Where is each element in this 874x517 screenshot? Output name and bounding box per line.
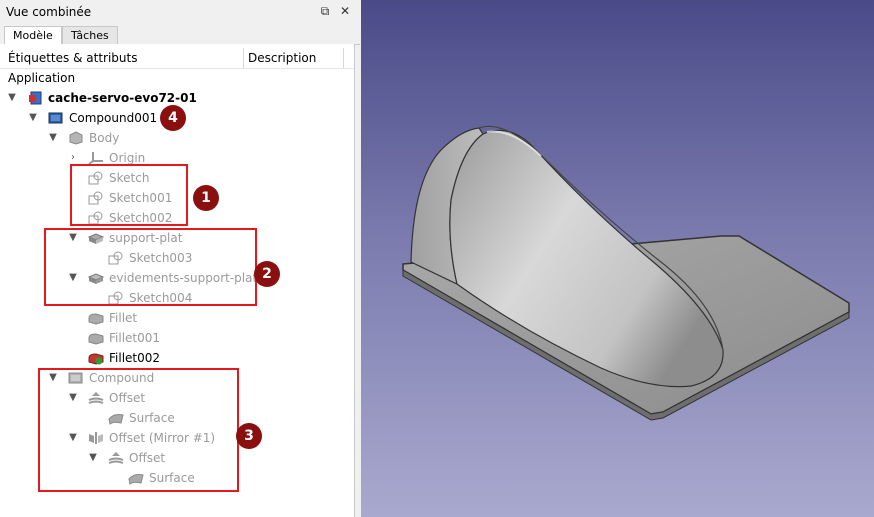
servo-cover-model — [402, 125, 850, 421]
origin-icon — [88, 151, 104, 165]
panel-title: Vue combinée — [6, 5, 92, 19]
badge-4: 4 — [160, 105, 186, 131]
tab-bar: Modèle Tâches — [0, 24, 360, 45]
chevron-down-icon[interactable]: ▼ — [47, 128, 59, 148]
panel-titlebar: Vue combinée ⧉ ✕ — [0, 0, 360, 24]
tab-model[interactable]: Modèle — [4, 26, 62, 45]
fillet-icon — [88, 311, 104, 325]
close-icon[interactable]: ✕ — [338, 4, 352, 18]
document-icon — [28, 91, 44, 105]
tree-item-fillet001[interactable]: Fillet001 — [0, 328, 354, 348]
body-icon — [68, 131, 84, 145]
fillet-tip-icon — [88, 351, 104, 365]
tab-tasks[interactable]: Tâches — [62, 26, 118, 44]
section-application: Application — [0, 68, 354, 88]
tree-item-body[interactable]: ▼ Body — [0, 128, 354, 148]
highlight-box-3 — [38, 368, 239, 492]
chevron-down-icon[interactable]: ▼ — [6, 88, 18, 108]
badge-1: 1 — [193, 185, 219, 211]
fillet-icon — [88, 331, 104, 345]
tree-header: Étiquettes & attributs Description — [0, 48, 354, 69]
header-labels[interactable]: Étiquettes & attributs — [8, 51, 137, 65]
tree-item-fillet[interactable]: Fillet — [0, 308, 354, 328]
section-label: Application — [8, 71, 76, 85]
undock-icon[interactable]: ⧉ — [318, 4, 332, 18]
highlight-box-1 — [70, 164, 188, 226]
tree-item-fillet002[interactable]: Fillet002 — [0, 348, 354, 368]
combo-view-panel: Vue combinée ⧉ ✕ Modèle Tâches Étiquette… — [0, 0, 360, 517]
header-description[interactable]: Description — [248, 51, 316, 65]
badge-3: 3 — [236, 423, 262, 449]
highlight-box-2 — [44, 228, 257, 306]
compound-icon — [48, 111, 64, 125]
badge-2: 2 — [254, 261, 280, 287]
3d-viewport[interactable] — [361, 0, 874, 517]
chevron-down-icon[interactable]: ▼ — [27, 108, 39, 128]
